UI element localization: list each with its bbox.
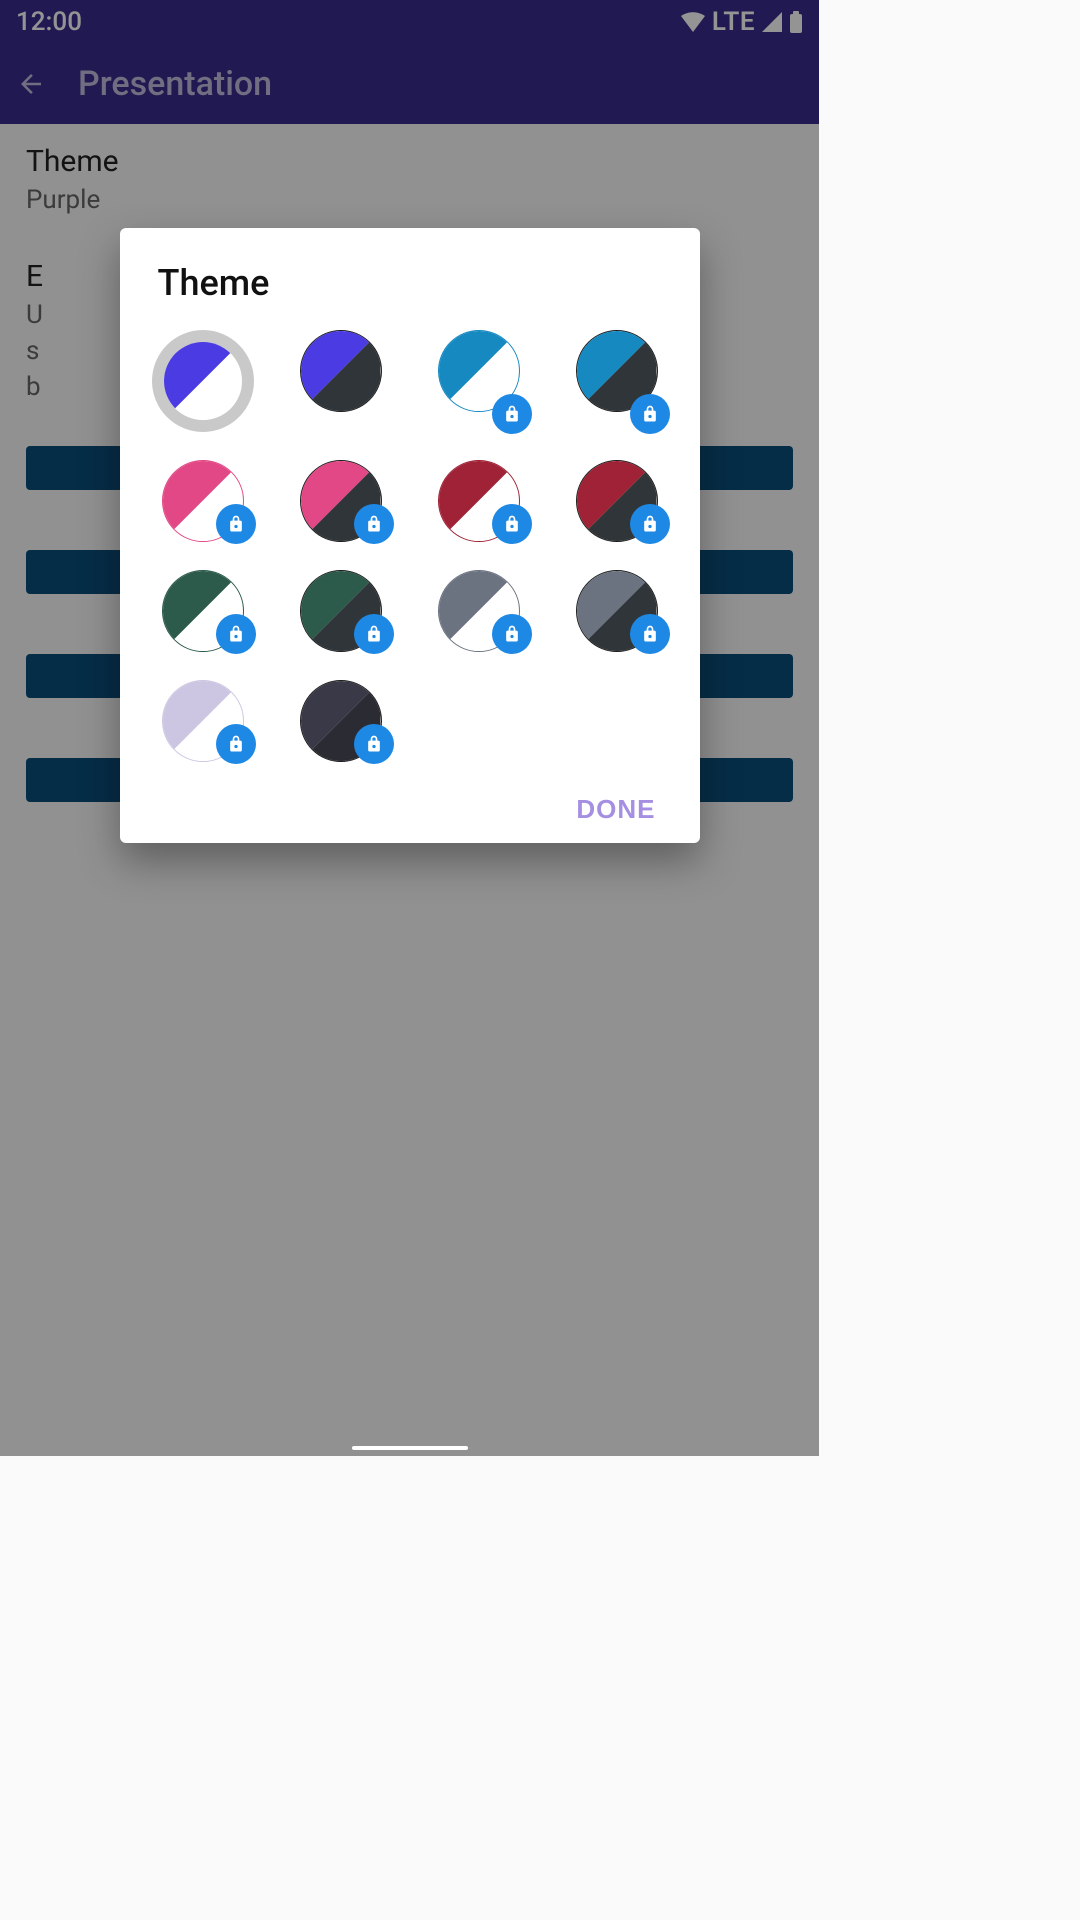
dialog-title: Theme: [158, 262, 674, 304]
dialog-actions: DONE: [146, 794, 674, 825]
lock-icon: [630, 394, 670, 434]
done-button[interactable]: DONE: [576, 794, 655, 825]
lock-icon: [216, 504, 256, 544]
theme-swatch-lilac-dark[interactable]: [286, 680, 396, 762]
theme-swatch-pink-light[interactable]: [148, 460, 258, 542]
theme-swatch-purple-dark[interactable]: [286, 330, 396, 432]
lock-icon: [492, 504, 532, 544]
theme-swatch-grey-light[interactable]: [424, 570, 534, 652]
lock-icon: [492, 394, 532, 434]
swatch-grid: [146, 330, 674, 762]
theme-swatch-maroon-light[interactable]: [424, 460, 534, 542]
lock-icon: [216, 614, 256, 654]
theme-dialog: Theme DONE: [120, 228, 700, 843]
theme-swatch-purple-light[interactable]: [148, 330, 258, 432]
theme-swatch-lilac-light[interactable]: [148, 680, 258, 762]
theme-swatch-grey-dark[interactable]: [562, 570, 672, 652]
theme-swatch-pink-dark[interactable]: [286, 460, 396, 542]
theme-swatch-blue-dark[interactable]: [562, 330, 672, 432]
theme-swatch-maroon-dark[interactable]: [562, 460, 672, 542]
theme-swatch-green-light[interactable]: [148, 570, 258, 652]
theme-swatch-blue-light[interactable]: [424, 330, 534, 432]
lock-icon: [216, 724, 256, 764]
lock-icon: [630, 504, 670, 544]
theme-swatch-green-dark[interactable]: [286, 570, 396, 652]
lock-icon: [492, 614, 532, 654]
lock-icon: [354, 724, 394, 764]
lock-icon: [354, 614, 394, 654]
lock-icon: [630, 614, 670, 654]
lock-icon: [354, 504, 394, 544]
home-indicator: [352, 1446, 468, 1450]
